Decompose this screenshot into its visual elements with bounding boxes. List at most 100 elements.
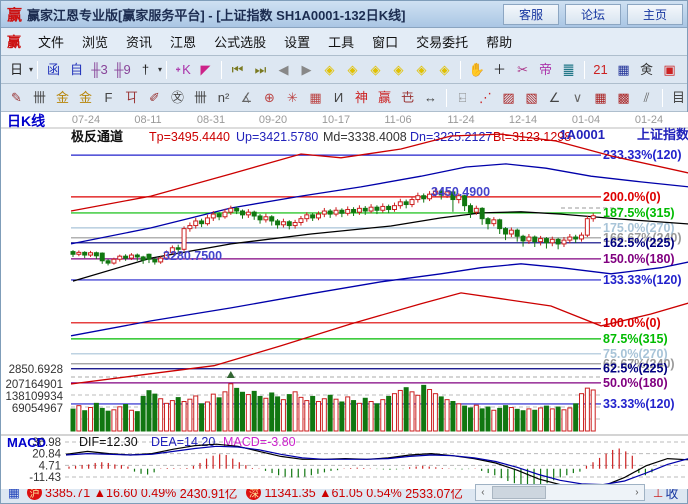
volume-bar: [580, 394, 584, 431]
candle-body: [521, 236, 525, 241]
pen-ruler-icon[interactable]: ✐: [144, 87, 165, 108]
compress-icon[interactable]: ◈: [434, 59, 455, 80]
volume-bar: [276, 397, 280, 431]
dropdown-caret[interactable]: ▾: [158, 65, 162, 74]
volume-bar: [264, 398, 268, 431]
grid2-icon[interactable]: ▦: [590, 87, 611, 108]
candle-body: [182, 229, 186, 250]
menu-item-交易委托[interactable]: 交易委托: [407, 29, 477, 54]
box-tool-icon[interactable]: ⍇: [452, 87, 473, 108]
multi-k-icon[interactable]: ᛭K: [172, 59, 193, 80]
zoom-in-icon[interactable]: ◈: [365, 59, 386, 80]
volume-bar: [328, 395, 332, 431]
expand-icon[interactable]: ◈: [411, 59, 432, 80]
gann-box-icon[interactable]: ▨: [498, 87, 519, 108]
calendar-icon[interactable]: 21: [590, 59, 611, 80]
kline-chart-canvas[interactable]: 日K线07-2408-1108-3109-2010-1711-0611-2412…: [1, 112, 688, 489]
chart-9-icon[interactable]: ╫9: [112, 59, 133, 80]
panel-list-icon[interactable]: 目: [668, 87, 687, 108]
scrollbar-thumb[interactable]: [492, 486, 546, 499]
candle-body: [515, 230, 519, 236]
hand-tool-icon[interactable]: ✋: [466, 59, 487, 80]
last-page-icon[interactable]: ⏭: [250, 59, 271, 80]
menu-item-浏览[interactable]: 浏览: [73, 29, 117, 54]
menu-item-江恩[interactable]: 江恩: [161, 29, 205, 54]
forum-button[interactable]: 论坛: [565, 4, 621, 25]
grid-chart-icon[interactable]: ▩: [613, 87, 634, 108]
dropdown-caret[interactable]: ▾: [29, 65, 33, 74]
shen-ruler-icon[interactable]: 神: [351, 87, 372, 108]
grid-square-icon[interactable]: ▦: [305, 87, 326, 108]
chart-3-icon[interactable]: ╫3: [89, 59, 110, 80]
menu-item-公式选股[interactable]: 公式选股: [205, 29, 275, 54]
target-tool-icon[interactable]: ⊕: [259, 87, 280, 108]
spiral-ruler-icon[interactable]: 㔿: [121, 87, 142, 108]
ruler-123-icon[interactable]: 㔺: [397, 87, 418, 108]
wave-tool-icon[interactable]: ∨: [567, 87, 588, 108]
home-button[interactable]: 主页: [627, 4, 683, 25]
clock-cycle-icon[interactable]: ㉆: [167, 87, 188, 108]
menu-item-窗口[interactable]: 窗口: [363, 29, 407, 54]
color-chart-icon[interactable]: ◤: [195, 59, 216, 80]
period-selector[interactable]: 日: [6, 59, 27, 80]
volume-bar: [100, 408, 104, 431]
candle-body: [574, 237, 578, 239]
gold-ruler2-icon[interactable]: 金: [75, 87, 96, 108]
zoom-left-icon[interactable]: ◈: [319, 59, 340, 80]
single-candle-icon[interactable]: †: [135, 59, 156, 80]
zoom-out-icon[interactable]: ◈: [388, 59, 409, 80]
crosshair-icon[interactable]: ＋: [489, 59, 510, 80]
candle-body: [410, 200, 414, 205]
brush-tool-icon[interactable]: ✎: [6, 87, 27, 108]
ying-ruler-icon[interactable]: 赢: [374, 87, 395, 108]
menu-item-设置[interactable]: 设置: [275, 29, 319, 54]
menu-item-帮助[interactable]: 帮助: [477, 29, 521, 54]
candle-body: [498, 220, 502, 229]
ruler2-icon[interactable]: 卌: [190, 87, 211, 108]
parallel-lines-icon[interactable]: ⫽: [636, 87, 657, 108]
menu-item-文件[interactable]: 文件: [29, 29, 73, 54]
next-icon[interactable]: ▶: [296, 59, 317, 80]
angle-lines-icon[interactable]: ∠: [544, 87, 565, 108]
volume-bar: [463, 406, 467, 431]
customer-service-button[interactable]: 客服: [503, 4, 559, 25]
ruler-tool-icon[interactable]: 卌: [29, 87, 50, 108]
volume-bar: [246, 395, 250, 431]
volume-bar: [235, 388, 239, 431]
save-icon[interactable]: ▣: [659, 59, 680, 80]
overview-grid-icon[interactable]: 函: [43, 59, 64, 80]
chart-area[interactable]: 日K线07-2408-1108-3109-2010-1711-0611-2412…: [1, 112, 687, 481]
f-ruler-icon[interactable]: F: [98, 87, 119, 108]
measure-icon[interactable]: ↔: [420, 87, 441, 108]
horizontal-scrollbar[interactable]: ‹ ›: [475, 484, 645, 501]
scroll-left-icon[interactable]: ‹: [476, 487, 490, 498]
menu-item-资讯[interactable]: 资讯: [117, 29, 161, 54]
candle-body: [188, 226, 192, 229]
n2-ruler-icon[interactable]: n²: [213, 87, 234, 108]
pointer-a-icon[interactable]: ✂: [512, 59, 533, 80]
candle-body: [352, 209, 356, 212]
compass-star-icon[interactable]: ✳: [282, 87, 303, 108]
macd-pane-label: MACD: [7, 435, 46, 450]
scroll-right-icon[interactable]: ›: [630, 487, 644, 498]
gann-tool-icon[interactable]: 帝: [535, 59, 556, 80]
volume-bar: [118, 407, 122, 431]
candle-body: [346, 209, 350, 213]
menu-item-工具[interactable]: 工具: [319, 29, 363, 54]
info-list-icon[interactable]: 自: [66, 59, 87, 80]
angle-tool-icon[interactable]: ∡: [236, 87, 257, 108]
prev-icon[interactable]: ◀: [273, 59, 294, 80]
calculator-icon[interactable]: ▦: [613, 59, 634, 80]
network-icon[interactable]: ⊕: [682, 59, 687, 80]
gann-square-icon[interactable]: ▧: [521, 87, 542, 108]
n-tool-icon[interactable]: И: [328, 87, 349, 108]
volume-scale-label: 69054967: [12, 403, 63, 415]
zoom-right-icon[interactable]: ◈: [342, 59, 363, 80]
gold-ruler1-icon[interactable]: 金: [52, 87, 73, 108]
fan-lines-icon[interactable]: ⋰: [475, 87, 496, 108]
notes-icon[interactable]: 㑒: [636, 59, 657, 80]
volume-bar: [433, 394, 437, 431]
candle-body: [468, 206, 472, 213]
first-page-icon[interactable]: ⏮: [227, 59, 248, 80]
cycle-tool-icon[interactable]: ䷀: [558, 59, 579, 80]
